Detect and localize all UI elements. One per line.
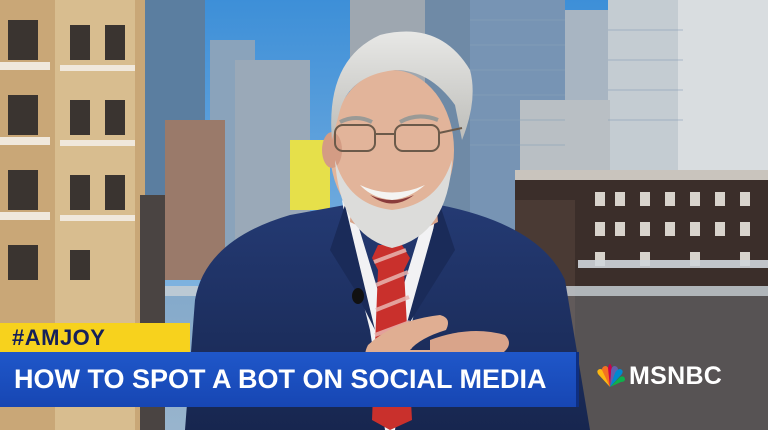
network-name: MSNBC [629, 362, 723, 390]
show-hashtag: #AMJOY [12, 325, 106, 350]
network-logo: MSNBC [594, 362, 754, 392]
peacock-icon [597, 364, 625, 387]
hashtag-banner: #AMJOY [0, 323, 190, 352]
lapel-microphone [352, 288, 364, 304]
segment-headline: HOW TO SPOT A BOT ON SOCIAL MEDIA [14, 364, 547, 394]
lower-third-banner: HOW TO SPOT A BOT ON SOCIAL MEDIA [0, 352, 579, 407]
